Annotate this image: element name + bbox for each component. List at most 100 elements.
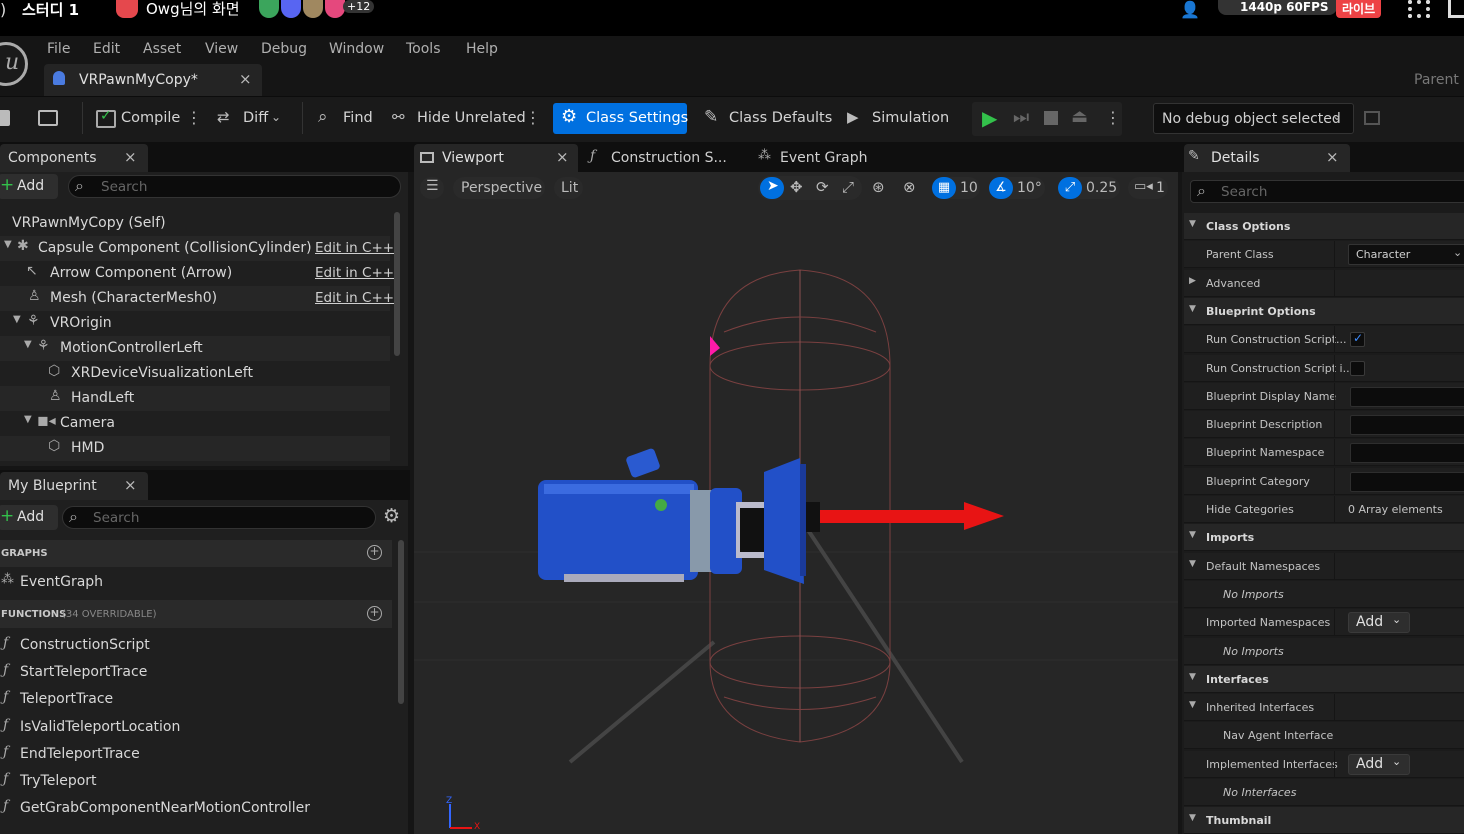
debug-browse-icon[interactable] [1364,111,1380,125]
grid-layout-icon[interactable] [1408,0,1430,18]
event-graph-tab[interactable]: ⁂ Event Graph [754,144,914,172]
details-row-property[interactable]: ▶ Advanced [1184,270,1464,297]
details-row-property[interactable]: ▼ Default Namespaces [1184,553,1464,580]
expand-arrow-icon[interactable]: ▼ [1189,559,1196,569]
expand-arrow-icon[interactable]: ▼ [1189,813,1196,823]
function-item[interactable]: ƒ TryTeleport [0,769,392,794]
add-array-button[interactable]: Add ⌄ [1348,612,1410,633]
property-checkbox[interactable]: ✓ [1350,331,1365,347]
details-row-category[interactable]: ▼ Class Options [1184,213,1464,240]
debug-object-select[interactable]: No debug object selected ⌄ [1153,103,1354,134]
rotation-snap-toggle[interactable]: ∡ 10° [989,177,1045,199]
compile-button[interactable]: Compile [121,110,180,126]
details-row-category[interactable]: ▼ Blueprint Options [1184,298,1464,325]
world-local-icon[interactable]: ⊛ [872,178,885,196]
tree-row-self[interactable]: VRPawnMyCopy (Self) [0,212,390,236]
menu-debug[interactable]: Debug [261,41,307,57]
edit-in-cpp-link[interactable]: Edit in C++ [315,290,394,306]
expand-arrow-icon[interactable]: ▼ [1189,304,1196,314]
expand-arrow-icon[interactable]: ▼ [1189,530,1196,540]
edit-in-cpp-link[interactable]: Edit in C++ [315,265,394,281]
scale-tool-icon[interactable]: ⤢ [842,178,854,196]
components-search-input[interactable]: ⌕ Search [68,175,401,198]
details-search-input[interactable]: ⌕ Search [1190,180,1464,203]
class-defaults-button[interactable]: Class Defaults [729,110,832,126]
tree-row-arrow[interactable]: ↖ Arrow Component (Arrow) Edit in C++ [0,261,394,286]
add-array-button[interactable]: Add ⌄ [1348,754,1410,775]
my-blueprint-scrollbar[interactable] [398,540,404,704]
property-text-input[interactable] [1350,415,1464,435]
tree-row-capsule[interactable]: ▼ ✱ Capsule Component (CollisionCylinder… [0,236,394,261]
expand-arrow-icon[interactable]: ▼ [1189,700,1196,710]
surface-snap-icon[interactable]: ⊗ [903,178,916,196]
property-text-input[interactable] [1350,472,1464,492]
my-blueprint-close[interactable]: × [124,476,137,494]
perspective-button[interactable]: Perspective [453,177,545,199]
menu-file[interactable]: File [47,41,70,57]
step-icon[interactable]: ⏭ [1013,107,1029,128]
camera-speed-button[interactable]: ▭◂ 1 [1128,177,1168,199]
details-tab[interactable]: ✎ Details × [1184,144,1350,172]
class-settings-button[interactable]: ⚙ Class Settings [553,103,688,134]
add-member-button[interactable]: + Add [0,505,58,530]
lit-button[interactable]: Lit [554,177,583,199]
hide-unrelated-button[interactable]: Hide Unrelated [417,110,526,126]
menu-window[interactable]: Window [329,41,384,57]
property-text-input[interactable] [1350,387,1464,407]
function-item[interactable]: ƒ ConstructionScript [0,633,392,658]
add-graph-icon[interactable]: + [367,545,382,560]
scale-snap-toggle[interactable]: ⤢ 0.25 [1058,177,1120,199]
expand-right-icon[interactable]: ▶ [1189,276,1196,286]
tree-row-vrorigin[interactable]: ▼ ⚘ VROrigin [0,311,390,336]
details-row-category[interactable]: ▼ Interfaces [1184,666,1464,693]
document-tab[interactable]: VRPawnMyCopy* × [44,64,262,96]
function-item[interactable]: ƒ StartTeleportTrace [0,660,392,685]
settings-gear-icon[interactable]: ⚙ [383,505,400,527]
viewport-canvas[interactable]: Z X [414,172,1178,834]
viewport-menu-button[interactable]: ☰ [420,177,444,199]
parent-class-combo[interactable]: Character ⌄ [1348,244,1464,265]
tree-row-handleft[interactable]: ♙ HandLeft [0,386,390,411]
expand-arrow-icon[interactable]: ▼ [1189,672,1196,682]
tree-row-xr-visualization[interactable]: ⬡ XRDeviceVisualizationLeft [0,361,390,386]
details-close[interactable]: × [1326,148,1339,166]
edit-in-cpp-link[interactable]: Edit in C++ [315,240,394,256]
components-close[interactable]: × [124,148,137,166]
viewport-tab-close[interactable]: × [556,148,569,166]
compile-options-icon[interactable]: ⋮ [186,108,202,127]
diff-button[interactable]: Diff [243,110,268,126]
components-tab[interactable]: Components × [0,144,148,172]
add-friend-icon[interactable]: 👤 [1180,0,1200,19]
viewer-avatars[interactable]: +12 [259,0,375,18]
play-icon[interactable]: ▶ [982,106,997,130]
tree-row-mesh[interactable]: ♙ Mesh (CharacterMesh0) Edit in C++ [0,286,394,311]
my-blueprint-tab[interactable]: My Blueprint × [0,472,148,500]
find-button[interactable]: Find [343,110,373,126]
function-item[interactable]: ƒ EndTeleportTrace [0,742,392,767]
property-text-input[interactable] [1350,443,1464,463]
my-blueprint-search-input[interactable]: ⌕ Search [62,506,376,529]
add-function-icon[interactable]: + [367,606,382,621]
details-row-category[interactable]: ▼ Imports [1184,524,1464,551]
expand-arrow-icon[interactable]: ▼ [24,339,32,350]
function-item[interactable]: ƒ TeleportTrace [0,687,392,712]
graphs-section-header[interactable]: GRAPHS + [0,540,392,567]
expand-arrow-icon[interactable]: ▼ [13,314,21,325]
function-item[interactable]: ƒ GetGrabComponentNearMotionController [0,796,392,821]
details-row-property[interactable]: ▼ Inherited Interfaces [1184,694,1464,721]
property-checkbox[interactable] [1350,361,1365,376]
eject-icon[interactable]: ⏏ [1071,106,1088,127]
components-scrollbar[interactable] [394,212,400,356]
menu-asset[interactable]: Asset [143,41,181,57]
add-component-button[interactable]: + Add [0,174,58,199]
menu-view[interactable]: View [205,41,238,57]
menu-tools[interactable]: Tools [406,41,441,57]
popout-icon[interactable] [1448,0,1464,18]
viewport-tab[interactable]: Viewport × [414,144,578,172]
save-icon[interactable] [0,110,10,126]
play-options-icon[interactable]: ⋮ [1105,108,1121,127]
construction-script-tab[interactable]: ƒ Construction S... [586,144,746,172]
tree-row-hmd[interactable]: ⬡ HMD [0,436,390,461]
tree-row-camera[interactable]: ▼ ◼◂ Camera [0,411,390,436]
more-options-icon[interactable]: ⋮ [525,108,541,127]
